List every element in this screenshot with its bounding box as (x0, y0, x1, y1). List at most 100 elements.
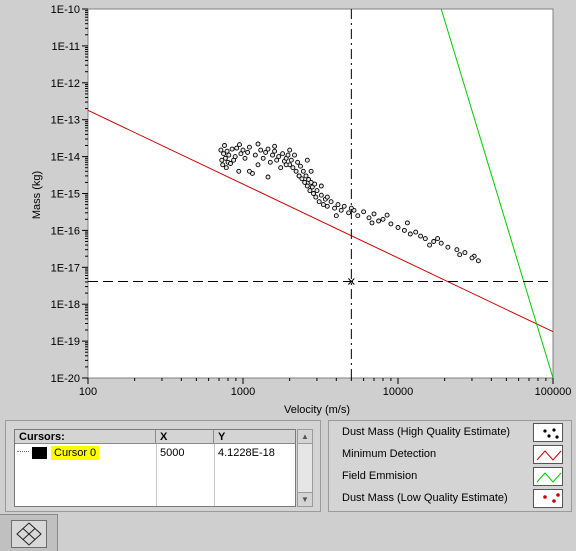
scatter-dots-icon[interactable] (533, 423, 563, 442)
graph-palette (0, 514, 58, 551)
y-tick-label: 1E-15 (51, 189, 80, 201)
legend-label: Dust Mass (High Quality Estimate) (342, 426, 511, 438)
legend-item[interactable]: Field Emmision (329, 466, 571, 488)
data-point (270, 152, 275, 158)
data-point (272, 148, 278, 154)
data-point (260, 155, 266, 161)
data-point (422, 236, 428, 242)
line-swatch-icon[interactable] (533, 467, 563, 486)
legend-item[interactable]: Dust Mass (Low Quality Estimate) (329, 488, 571, 510)
cursor-name[interactable]: Cursor 0 (51, 446, 100, 460)
data-point (384, 212, 390, 218)
data-point (267, 159, 273, 165)
data-point (220, 162, 226, 168)
line-swatch-icon[interactable] (533, 445, 563, 464)
scroll-down-icon[interactable]: ▼ (298, 492, 312, 506)
data-point (431, 239, 437, 244)
data-point (245, 149, 251, 155)
cursor-color-swatch[interactable] (32, 447, 47, 459)
data-point (469, 255, 475, 261)
data-point (304, 183, 310, 189)
y-tick-label: 1E-18 (51, 299, 80, 311)
data-point (287, 147, 293, 153)
data-point (265, 146, 271, 152)
data-point (236, 168, 242, 174)
x-tick-label: 100 (79, 386, 97, 398)
data-point (341, 203, 347, 209)
data-point (252, 152, 258, 158)
data-point (328, 199, 334, 205)
y-tick-label: 1E-17 (51, 262, 80, 274)
data-point (427, 242, 433, 248)
data-point (272, 143, 278, 149)
data-point (318, 192, 324, 198)
data-point (313, 194, 319, 200)
data-point (445, 244, 451, 250)
cursor-header-x: X (156, 430, 214, 444)
data-point (265, 174, 271, 180)
data-point (413, 229, 419, 235)
data-point (280, 151, 286, 157)
data-point (240, 147, 246, 153)
data-point (475, 258, 481, 264)
data-point (228, 161, 233, 166)
legend-label: Minimum Detection (342, 448, 437, 460)
data-point (376, 218, 382, 224)
data-point (303, 173, 309, 179)
data-point (237, 142, 242, 148)
data-point (295, 159, 301, 165)
data-point (332, 205, 338, 211)
x-axis-label: Velocity (m/s) (284, 404, 350, 416)
y-tick-label: 1E-10 (51, 4, 80, 16)
data-point (366, 215, 372, 221)
data-point (288, 157, 294, 163)
chart: 100 1000 10000 100000 1E-10 1E-11 1E-12 1E-13 1E… (31, 4, 572, 416)
data-point (418, 233, 424, 239)
legend-item[interactable]: Minimum Detection (329, 444, 571, 466)
data-point (316, 199, 322, 205)
cursor-panel: Cursors: X Y Cursor 0 5000 4.1228E-18 ▲ … (5, 420, 321, 512)
y-tick-label: 1E-16 (51, 225, 80, 237)
data-point (335, 202, 341, 208)
data-point (304, 157, 310, 163)
data-point (278, 165, 284, 171)
y-tick-label: 1E-20 (51, 373, 80, 385)
y-tick-label: 1E-14 (51, 152, 80, 164)
data-point (318, 183, 324, 189)
cursor-scrollbar[interactable]: ▲ ▼ (297, 429, 313, 507)
cursor-header-y: Y (214, 430, 295, 444)
data-point (290, 165, 296, 171)
data-point (308, 168, 314, 174)
data-point (246, 168, 252, 174)
data-point (435, 236, 441, 242)
data-point (298, 163, 303, 169)
cursor-table[interactable]: Cursors: X Y Cursor 0 5000 4.1228E-18 (14, 429, 296, 507)
column-divider (156, 444, 157, 506)
move-diamond-icon[interactable] (11, 520, 47, 548)
tree-connector (17, 451, 29, 452)
data-point (371, 211, 377, 217)
data-point (255, 141, 261, 147)
data-point (229, 146, 235, 152)
cursor-y-value[interactable]: 4.1228E-18 (218, 446, 275, 460)
data-point (324, 194, 330, 200)
diamond-arrows-icon (16, 522, 42, 546)
data-point (361, 209, 367, 215)
scroll-up-icon[interactable]: ▲ (298, 430, 312, 444)
data-point (276, 154, 282, 160)
cursor-x-value[interactable]: 5000 (160, 446, 184, 460)
legend: Dust Mass (High Quality Estimate) Minimu… (328, 420, 572, 512)
legend-item[interactable]: Dust Mass (High Quality Estimate) (329, 422, 571, 444)
y-tick-label: 1E-11 (51, 41, 80, 53)
data-point (401, 227, 407, 233)
y-axis-label: Mass (kg) (31, 171, 43, 219)
x-tick-label: 100000 (535, 386, 572, 398)
data-point (222, 143, 227, 148)
data-point (296, 173, 302, 179)
data-point (255, 162, 261, 168)
data-point (404, 220, 410, 226)
data-point (462, 250, 468, 256)
data-point (369, 220, 375, 226)
data-point (224, 148, 230, 154)
scatter-dots-icon[interactable] (533, 489, 563, 508)
